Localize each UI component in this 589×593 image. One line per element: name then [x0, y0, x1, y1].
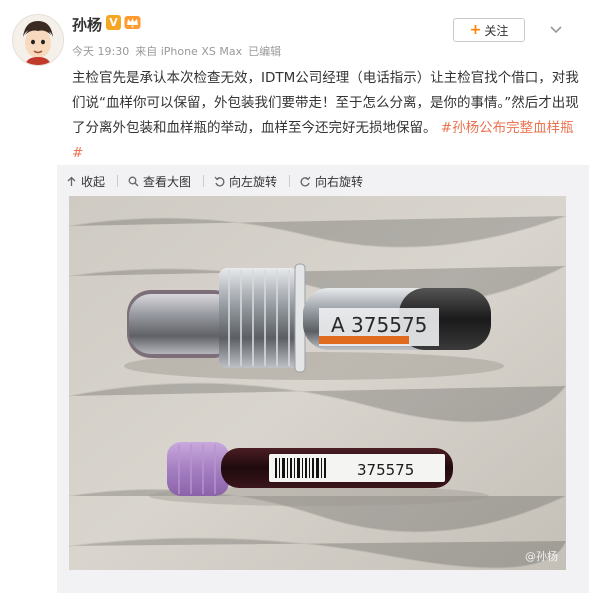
verified-badge: V — [106, 15, 121, 30]
photo-watermark: @孙杨 — [525, 550, 558, 563]
post-meta: 今天 19:30 来自 iPhone XS Max 已编辑 — [72, 43, 287, 59]
blood-sample-photo: A 375575 375575 — [68, 196, 567, 570]
tube-barcode-label: 375575 — [357, 461, 414, 479]
post-photo[interactable]: A 375575 375575 @孙杨 — [68, 196, 567, 570]
rotate-left-icon — [214, 176, 225, 186]
avatar[interactable] — [12, 14, 64, 66]
collapse-label: 收起 — [81, 174, 106, 189]
avatar-cartoon-icon — [13, 15, 63, 65]
follow-button[interactable]: + 关注 — [453, 18, 525, 42]
follow-label: 关注 — [484, 23, 509, 38]
rotate-right-button[interactable]: 向右旋转 — [300, 173, 363, 190]
username[interactable]: 孙杨 — [72, 14, 102, 35]
plus-icon: + — [469, 22, 482, 38]
toolbar-divider — [117, 175, 119, 187]
view-large-button[interactable]: 查看大图 — [128, 173, 191, 190]
post-source[interactable]: 来自 iPhone XS Max — [135, 45, 242, 58]
rotate-right-icon — [300, 176, 311, 186]
view-large-label: 查看大图 — [143, 174, 192, 189]
toolbar-divider — [203, 175, 205, 187]
collapse-button[interactable]: 收起 — [66, 173, 105, 190]
magnifier-icon — [128, 176, 139, 186]
collapse-arrow-icon — [67, 176, 76, 186]
chevron-down-icon[interactable] — [549, 22, 563, 36]
member-crown-icon[interactable] — [124, 14, 141, 31]
rotate-right-label: 向右旋转 — [315, 174, 364, 189]
edited-label[interactable]: 已编辑 — [248, 45, 281, 58]
post-time[interactable]: 今天 19:30 — [72, 45, 129, 58]
rotate-left-button[interactable]: 向左旋转 — [214, 173, 277, 190]
weibo-post: 孙杨 V 今天 19:30 来自 iPhone XS Max 已编辑 + 关注 主检… — [0, 0, 589, 593]
toolbar-divider — [289, 175, 291, 187]
post-text: 主检官先是承认本次检查无效，IDTM公司经理（电话指示）让主检官找个借口，对我们… — [72, 66, 580, 166]
container-barcode-label: A 375575 — [331, 313, 427, 337]
rotate-left-label: 向左旋转 — [229, 174, 278, 189]
image-toolbar: 收起 查看大图 向左旋转 向右旋转 — [66, 170, 375, 192]
